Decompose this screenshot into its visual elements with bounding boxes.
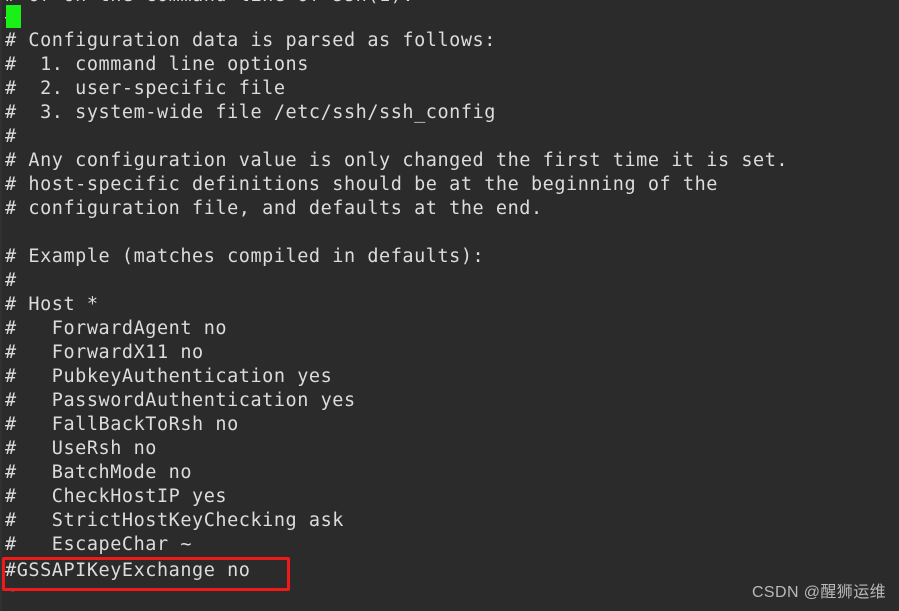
terminal-line: # Any configuration value is only change… [5, 150, 789, 171]
terminal-screen[interactable]: # or on the command line of ssh(1). # # Co… [0, 0, 899, 611]
vim-empty-line-marker: ~ [5, 580, 17, 601]
terminal-line: # host-specific definitions should be at… [5, 174, 718, 195]
terminal-line: # [5, 270, 17, 291]
csdn-watermark: CSDN @醒狮运维 [751, 584, 886, 601]
terminal-line: # Configuration data is parsed as follow… [5, 30, 496, 51]
terminal-line: # 1. command line options [5, 54, 309, 75]
terminal-line: # PubkeyAuthentication yes [5, 366, 333, 387]
terminal-line: #GSSAPIKeyExchange no [5, 560, 251, 581]
terminal-line: # PasswordAuthentication yes [5, 390, 356, 411]
terminal-line: # EscapeChar ~ [5, 534, 193, 555]
terminal-line: # StrictHostKeyChecking ask [5, 510, 344, 531]
terminal-line: # FallBackToRsh no [5, 414, 239, 435]
terminal-line: # configuration file, and defaults at th… [5, 198, 543, 219]
terminal-line: # or on the command line of ssh(1). [5, 0, 414, 8]
terminal-line: # 3. system-wide file /etc/ssh/ssh_confi… [5, 102, 496, 123]
terminal-line: # ForwardX11 no [5, 342, 204, 363]
terminal-line: # Host * [5, 294, 99, 315]
terminal-line: # [5, 126, 17, 147]
terminal-line: # UseRsh no [5, 438, 157, 459]
terminal-line: # 2. user-specific file [5, 78, 286, 99]
text-cursor [6, 5, 21, 28]
terminal-line: # Example (matches compiled in defaults)… [5, 246, 485, 267]
text-buffer[interactable]: # or on the command line of ssh(1). # # Co… [0, 0, 899, 611]
terminal-line: # CheckHostIP yes [5, 486, 228, 507]
terminal-line: # BatchMode no [5, 462, 193, 483]
terminal-line: # ForwardAgent no [5, 318, 228, 339]
